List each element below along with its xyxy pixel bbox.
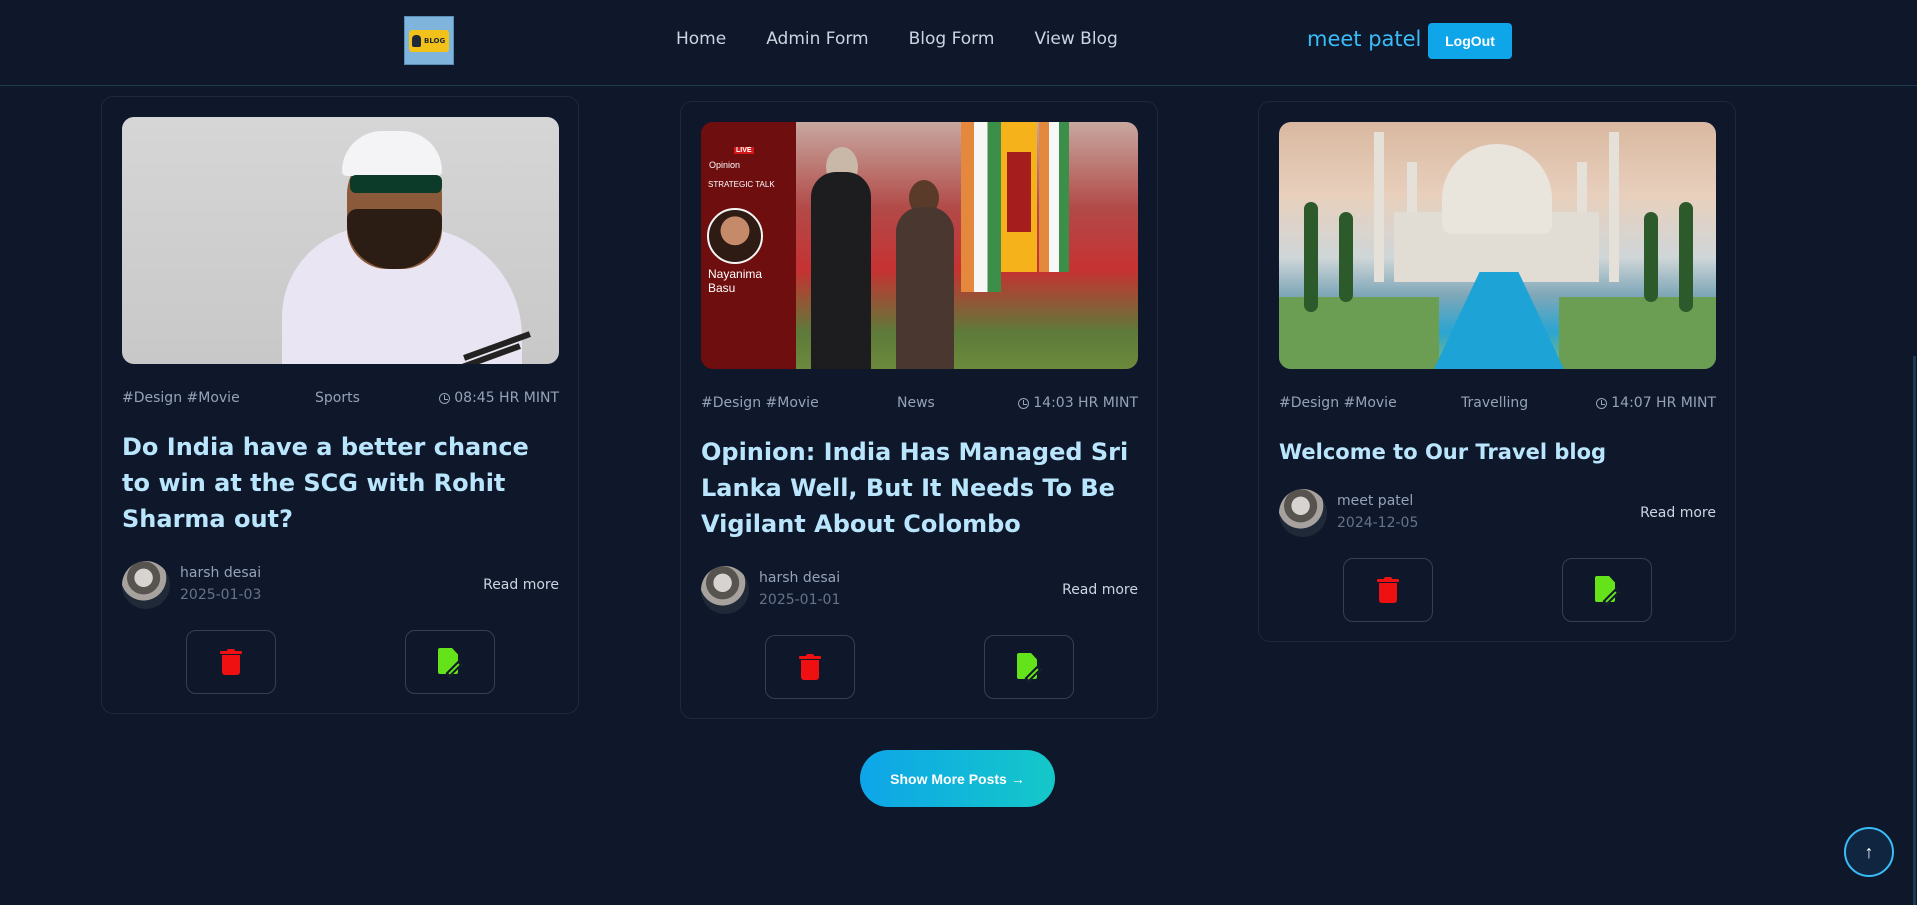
show-more-posts-button[interactable]: Show More Posts → — [860, 750, 1055, 807]
edit-button[interactable] — [405, 630, 495, 694]
live-badge: LIVE — [734, 147, 754, 154]
edit-document-icon — [436, 648, 464, 678]
logout-button[interactable]: LogOut — [1428, 23, 1512, 59]
post-tags: #Design #Movie — [701, 395, 819, 411]
post-tags: #Design #Movie — [122, 390, 240, 406]
post-time: 14:07 HR MINT — [1596, 395, 1716, 411]
presenter-name: Nayanima Basu — [708, 267, 763, 295]
edit-document-icon — [1593, 576, 1621, 606]
edit-button[interactable] — [984, 635, 1074, 699]
strategic-talk-label: STRATEGIC TALK — [708, 180, 775, 189]
delete-button[interactable] — [765, 635, 855, 699]
post-time: 14:03 HR MINT — [1018, 395, 1138, 411]
post-meta: #Design #Movie Sports 08:45 HR MINT — [122, 390, 559, 410]
arrow-up-icon: ↑ — [1864, 841, 1874, 862]
read-more-button[interactable]: Read more — [463, 563, 559, 607]
post-title[interactable]: Do India have a better chance to win at … — [122, 429, 559, 537]
read-more-button[interactable]: Read more — [1042, 568, 1138, 612]
author-row: harsh desai 2025-01-03 Read more — [122, 561, 559, 611]
news-opinion-photo[interactable]: LIVE Opinion STRATEGIC TALK Nayanima Bas… — [701, 122, 1138, 369]
author-name: harsh desai — [180, 565, 262, 581]
logo-text: BLOG — [424, 36, 446, 45]
post-card: #Design #Movie Sports 08:45 HR MINT Do I… — [101, 96, 579, 714]
nav-home[interactable]: Home — [676, 29, 726, 49]
logo-person-icon — [412, 34, 421, 47]
delete-button[interactable] — [186, 630, 276, 694]
post-date: 2025-01-03 — [180, 587, 262, 603]
main-nav: Home Admin Form Blog Form View Blog — [676, 29, 1118, 49]
post-date: 2025-01-01 — [759, 592, 841, 608]
avatar — [122, 561, 170, 609]
post-date: 2024-12-05 — [1337, 515, 1419, 531]
post-time-text: 14:03 HR MINT — [1033, 395, 1138, 411]
nav-blog-form[interactable]: Blog Form — [909, 29, 995, 49]
nav-admin-form[interactable]: Admin Form — [766, 29, 868, 49]
avatar — [701, 566, 749, 614]
post-title[interactable]: Welcome to Our Travel blog — [1279, 434, 1716, 470]
author-row: harsh desai 2025-01-01 Read more — [701, 566, 1138, 616]
clock-icon — [1596, 397, 1608, 409]
post-category: Sports — [315, 390, 360, 406]
edit-document-icon — [1015, 653, 1043, 683]
taj-mahal-photo[interactable] — [1279, 122, 1716, 369]
author-name: meet patel — [1337, 493, 1414, 509]
post-card: #Design #Movie Travelling 14:07 HR MINT … — [1258, 101, 1736, 642]
nav-view-blog[interactable]: View Blog — [1034, 29, 1117, 49]
post-card: LIVE Opinion STRATEGIC TALK Nayanima Bas… — [680, 101, 1158, 719]
post-title[interactable]: Opinion: India Has Managed Sri Lanka Wel… — [701, 434, 1138, 542]
post-time-text: 14:07 HR MINT — [1611, 395, 1716, 411]
author-row: meet patel 2024-12-05 Read more — [1279, 489, 1716, 539]
show-more-label: Show More Posts — [890, 770, 1007, 787]
logo-badge: BLOG — [409, 29, 449, 52]
post-time: 08:45 HR MINT — [439, 390, 559, 406]
post-meta: #Design #Movie News 14:03 HR MINT — [701, 395, 1138, 415]
user-name: meet patel — [1307, 27, 1422, 51]
post-category: Travelling — [1461, 395, 1529, 411]
trash-icon — [1377, 577, 1399, 603]
presenter-photo — [707, 208, 763, 264]
post-time-text: 08:45 HR MINT — [454, 390, 559, 406]
clock-icon — [439, 392, 451, 404]
trash-icon — [220, 649, 242, 675]
delete-button[interactable] — [1343, 558, 1433, 622]
arrow-right-icon: → — [1010, 770, 1025, 787]
clock-icon — [1018, 397, 1030, 409]
cricket-player-photo[interactable] — [122, 117, 559, 364]
avatar — [1279, 489, 1327, 537]
author-name: harsh desai — [759, 570, 841, 586]
blog-logo-icon[interactable]: BLOG — [404, 16, 454, 65]
post-meta: #Design #Movie Travelling 14:07 HR MINT — [1279, 395, 1716, 415]
page-scrollbar[interactable] — [1913, 356, 1916, 905]
post-tags: #Design #Movie — [1279, 395, 1397, 411]
post-category: News — [897, 395, 935, 411]
read-more-button[interactable]: Read more — [1620, 491, 1716, 535]
scroll-to-top-button[interactable]: ↑ — [1844, 827, 1894, 877]
opinion-label: Opinion — [709, 160, 741, 170]
navbar: BLOG Home Admin Form Blog Form View Blog… — [0, 0, 1917, 86]
trash-icon — [799, 654, 821, 680]
edit-button[interactable] — [1562, 558, 1652, 622]
